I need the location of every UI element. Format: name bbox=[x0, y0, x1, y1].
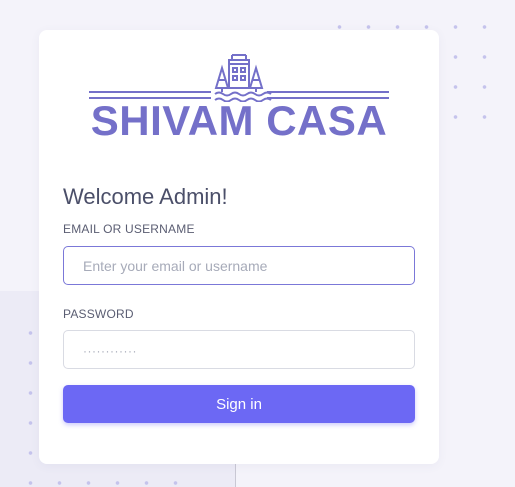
sign-in-button[interactable]: Sign in bbox=[63, 385, 415, 423]
castle-trees-water-icon bbox=[89, 54, 389, 102]
brand-logo: SHIVAM CASA bbox=[89, 54, 389, 146]
email-label: EMAIL OR USERNAME bbox=[63, 222, 195, 236]
brand-name: SHIVAM CASA bbox=[90, 97, 388, 144]
email-field[interactable] bbox=[63, 246, 415, 285]
password-field[interactable] bbox=[63, 330, 415, 369]
page-title: Welcome Admin! bbox=[63, 184, 228, 209]
login-card: SHIVAM CASA Welcome Admin! EMAIL OR USER… bbox=[39, 30, 439, 464]
password-label: PASSWORD bbox=[63, 307, 134, 321]
